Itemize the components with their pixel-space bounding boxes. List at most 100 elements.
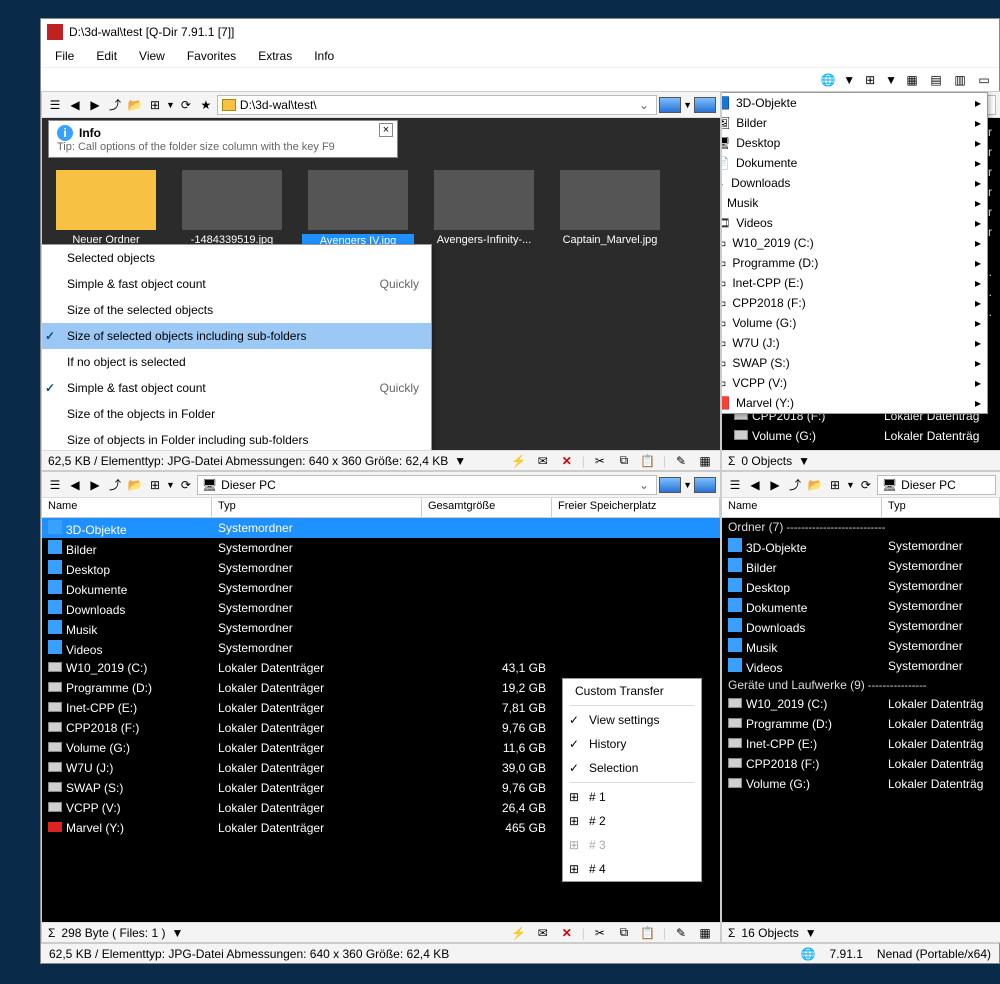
view-list-icon[interactable]: ☰: [46, 96, 64, 114]
titlebar[interactable]: D:\3d-wal\test [Q-Dir 7.91.1 [7]]: [41, 19, 999, 45]
table-row[interactable]: MusikSystemordner: [42, 618, 720, 638]
forward-icon[interactable]: ▶: [86, 96, 104, 114]
table-row[interactable]: Volume (G:)Lokaler Datenträg: [722, 774, 1000, 794]
lightning-icon[interactable]: ⚡: [510, 452, 528, 470]
drive-dropdown-item[interactable]: ▭VCPP (V:)▸: [721, 373, 987, 393]
up-icon[interactable]: ⤴: [786, 476, 804, 494]
chevron-down-icon[interactable]: ▼: [171, 926, 183, 940]
copy-icon[interactable]: ⧉: [615, 452, 633, 470]
globe-icon[interactable]: 🌐: [819, 71, 837, 89]
paste-icon[interactable]: 📋: [639, 452, 657, 470]
table-row[interactable]: 3D-ObjekteSystemordner: [722, 536, 1000, 556]
pane-br-list[interactable]: Name Typ Ordner (7) --------------------…: [722, 498, 1000, 922]
col-name[interactable]: Name: [42, 498, 212, 517]
size-menu-item[interactable]: Simple & fast object countQuickly: [42, 271, 431, 297]
drive-dropdown-item[interactable]: 🟦3D-Objekte▸: [721, 93, 987, 113]
transfer-menu-item[interactable]: ⊞# 1: [563, 785, 701, 809]
table-row[interactable]: DokumenteSystemordner: [42, 578, 720, 598]
chevron-down-icon[interactable]: ▼: [846, 480, 855, 490]
cut-icon[interactable]: ✂: [591, 924, 609, 942]
table-row[interactable]: W10_2019 (C:)Lokaler Datenträger43,1 GB: [42, 658, 720, 678]
drive-dropdown-item[interactable]: ⬇Downloads▸: [721, 173, 987, 193]
open-folder-icon[interactable]: 📂: [126, 96, 144, 114]
table-row[interactable]: DownloadsSystemordner: [42, 598, 720, 618]
view-list-icon[interactable]: ☰: [46, 476, 64, 494]
chevron-down-icon[interactable]: ⌄: [636, 478, 652, 492]
col-type[interactable]: Typ: [882, 498, 1000, 517]
open-folder-icon[interactable]: 📂: [806, 476, 824, 494]
drive-dropdown-item[interactable]: ▭W7U (J:)▸: [721, 333, 987, 353]
table-row[interactable]: DesktopSystemordner: [722, 576, 1000, 596]
table-row[interactable]: 3D-ObjekteSystemordner: [42, 518, 720, 538]
size-menu-item[interactable]: Size of the selected objects: [42, 297, 431, 323]
drive-dropdown-item[interactable]: ▭Volume (G:)▸: [721, 313, 987, 333]
table-row[interactable]: DownloadsSystemordner: [722, 616, 1000, 636]
view-list-icon[interactable]: ☰: [726, 476, 744, 494]
col-type[interactable]: Typ: [212, 498, 422, 517]
file-thumb[interactable]: Avengers-Infinity-...: [428, 170, 540, 248]
delete-icon[interactable]: ✕: [558, 924, 576, 942]
col-total[interactable]: Gesamtgröße: [422, 498, 552, 517]
lightning-icon[interactable]: ⚡: [510, 924, 528, 942]
transfer-menu-item[interactable]: ✓History: [563, 732, 701, 756]
chevron-down-icon[interactable]: ▼: [805, 926, 817, 940]
table-row[interactable]: DokumenteSystemordner: [722, 596, 1000, 616]
transfer-menu-item[interactable]: ⊞# 4: [563, 857, 701, 881]
grid-small-icon[interactable]: ▦: [696, 452, 714, 470]
menu-info[interactable]: Info: [304, 47, 344, 65]
chevron-down-icon[interactable]: ▼: [166, 100, 175, 110]
forward-icon[interactable]: ▶: [86, 476, 104, 494]
chevron-down-icon[interactable]: ▼: [166, 480, 175, 490]
refresh-icon[interactable]: ⟳: [177, 476, 195, 494]
monitor-right-icon[interactable]: [694, 97, 716, 113]
menu-edit[interactable]: Edit: [86, 47, 127, 65]
transfer-menu-item[interactable]: ⊞# 2: [563, 809, 701, 833]
grid-icon[interactable]: ⊞: [826, 476, 844, 494]
transfer-menu-item[interactable]: ✓Selection: [563, 756, 701, 780]
menu-extras[interactable]: Extras: [248, 47, 302, 65]
drive-dropdown-item[interactable]: 📄Dokumente▸: [721, 153, 987, 173]
mail-icon[interactable]: ✉: [534, 924, 552, 942]
close-icon[interactable]: ×: [379, 123, 393, 137]
table-row[interactable]: CPP2018 (F:)Lokaler Datenträg: [722, 754, 1000, 774]
size-menu-item[interactable]: Selected objects: [42, 245, 431, 271]
up-icon[interactable]: ⤴: [106, 96, 124, 114]
drive-dropdown-item[interactable]: ♪Musik▸: [721, 193, 987, 213]
drive-dropdown-item[interactable]: ▭Inet-CPP (E:)▸: [721, 273, 987, 293]
chevron-down-icon[interactable]: ▼: [454, 454, 466, 468]
table-row[interactable]: VideosSystemordner: [722, 656, 1000, 676]
transfer-menu-item[interactable]: ✓View settings: [563, 708, 701, 732]
address-bar[interactable]: 🖥 Dieser PC: [877, 475, 996, 495]
monitor-right-icon[interactable]: [694, 477, 716, 493]
col-name[interactable]: Name: [722, 498, 882, 517]
drive-dropdown-item[interactable]: ▭Programme (D:)▸: [721, 253, 987, 273]
monitor-left-icon[interactable]: [659, 97, 681, 113]
menu-favorites[interactable]: Favorites: [177, 47, 246, 65]
chevron-down-icon[interactable]: ▼: [885, 73, 897, 87]
refresh-icon[interactable]: ⟳: [857, 476, 875, 494]
size-menu-item[interactable]: Size of the objects in Folder: [42, 401, 431, 427]
back-icon[interactable]: ◀: [66, 476, 84, 494]
table-row[interactable]: BilderSystemordner: [42, 538, 720, 558]
menu-file[interactable]: File: [45, 47, 84, 65]
layout-grid-icon[interactable]: ▦: [903, 71, 921, 89]
size-menu-item[interactable]: Size of objects in Folder including sub-…: [42, 427, 431, 450]
list-header[interactable]: Name Typ Gesamtgröße Freier Speicherplat…: [42, 498, 720, 518]
table-row[interactable]: BilderSystemordner: [722, 556, 1000, 576]
table-row[interactable]: VideosSystemordner: [42, 638, 720, 658]
drive-dropdown-item[interactable]: 🟥Marvel (Y:)▸: [721, 393, 987, 413]
menu-view[interactable]: View: [129, 47, 175, 65]
back-icon[interactable]: ◀: [746, 476, 764, 494]
layout-b-icon[interactable]: ▥: [951, 71, 969, 89]
monitor-left-icon[interactable]: [659, 477, 681, 493]
chevron-down-icon[interactable]: ▼: [683, 480, 692, 490]
back-icon[interactable]: ◀: [66, 96, 84, 114]
address-bar[interactable]: 🖥 Dieser PC ⌄: [197, 475, 657, 495]
size-menu-item[interactable]: If no object is selected: [42, 349, 431, 375]
layout-4-icon[interactable]: ⊞: [861, 71, 879, 89]
address-bar[interactable]: D:\3d-wal\test\ ⌄: [217, 95, 657, 115]
drive-dropdown-item[interactable]: 🖼Bilder▸: [721, 113, 987, 133]
drive-dropdown-item[interactable]: ▭SWAP (S:)▸: [721, 353, 987, 373]
chevron-down-icon[interactable]: ⌄: [636, 98, 652, 112]
drive-dropdown-item[interactable]: ▭CPP2018 (F:)▸: [721, 293, 987, 313]
